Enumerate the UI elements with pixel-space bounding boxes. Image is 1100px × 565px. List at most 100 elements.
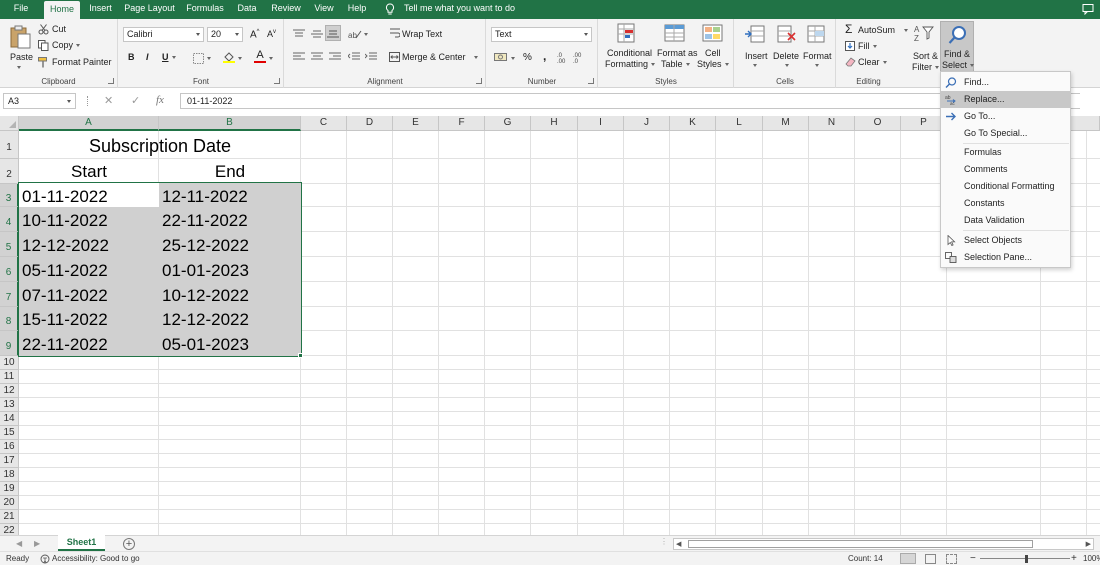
zoom-slider-thumb[interactable] (1025, 555, 1028, 563)
tab-formulas[interactable]: Formulas (184, 0, 226, 19)
align-center-icon[interactable] (311, 52, 323, 62)
row-header-15[interactable]: 15 (0, 426, 19, 440)
page-layout-view-icon[interactable] (925, 554, 936, 564)
orientation-dropdown[interactable] (364, 33, 368, 36)
menu-item-replace[interactable]: ab ac Replace... (941, 91, 1070, 108)
scroll-right-icon[interactable]: ▶ (1086, 540, 1091, 548)
tab-review[interactable]: Review (268, 0, 304, 19)
decrease-decimal-button[interactable]: .00.0 (573, 53, 581, 65)
clipboard-launcher[interactable] (108, 78, 114, 84)
zoom-level[interactable]: 100% (1083, 552, 1100, 565)
row-header-4[interactable]: 4 (0, 207, 19, 232)
formula-bar-grip[interactable] (87, 96, 89, 106)
column-header-k[interactable]: K (670, 116, 716, 131)
tab-data[interactable]: Data (233, 0, 261, 19)
column-header-c[interactable]: C (301, 116, 347, 131)
font-color-button[interactable]: A (254, 49, 266, 63)
format-as-table-button[interactable]: Format as Table (655, 21, 698, 73)
row-header-5[interactable]: 5 (0, 232, 19, 257)
comma-button[interactable]: , (543, 49, 546, 63)
column-header-f[interactable]: F (439, 116, 485, 131)
fill-color-dropdown[interactable] (238, 57, 242, 60)
orientation-icon[interactable]: ab (348, 29, 362, 39)
row-header-6[interactable]: 6 (0, 257, 19, 282)
status-accessibility[interactable]: Accessibility: Good to go (52, 552, 140, 565)
row-header-20[interactable]: 20 (0, 496, 19, 510)
row-header-9[interactable]: 9 (0, 331, 19, 356)
currency-dropdown[interactable] (511, 57, 515, 60)
zoom-in-icon[interactable]: + (1071, 552, 1077, 565)
shrink-font-button[interactable]: Av (267, 29, 276, 39)
cut-button[interactable]: Cut (38, 23, 78, 36)
menu-item-go-to-special[interactable]: Go To Special... (941, 125, 1070, 142)
wrap-text-button[interactable]: Wrap Text (402, 29, 442, 39)
row-header-7[interactable]: 7 (0, 282, 19, 307)
align-bottom-button[interactable] (325, 25, 341, 41)
column-header-n[interactable]: N (809, 116, 855, 131)
row-header-14[interactable]: 14 (0, 412, 19, 426)
increase-indent-icon[interactable] (365, 52, 377, 62)
header-end-cell[interactable]: End (159, 160, 301, 184)
name-box[interactable]: A3 (3, 93, 76, 109)
column-header-l[interactable]: L (716, 116, 763, 131)
currency-icon[interactable] (494, 52, 508, 63)
row-header-21[interactable]: 21 (0, 510, 19, 524)
row-header-10[interactable]: 10 (0, 356, 19, 370)
format-cells-button[interactable]: Format (801, 21, 833, 73)
font-size-select[interactable]: 20 (207, 27, 243, 42)
tell-me-search[interactable]: Tell me what you want to do (385, 0, 515, 19)
column-header-b[interactable]: B (159, 116, 301, 131)
row-header-19[interactable]: 19 (0, 482, 19, 496)
fill-button[interactable]: Fill (845, 40, 890, 53)
underline-button[interactable]: U (162, 52, 176, 62)
grow-font-button[interactable]: A^ (250, 29, 260, 40)
insert-function-icon[interactable]: fx (156, 94, 164, 106)
menu-item-selection-pane[interactable]: Selection Pane... (941, 249, 1070, 266)
menu-item-find[interactable]: Find... (941, 74, 1070, 91)
number-launcher[interactable] (588, 78, 594, 84)
alignment-launcher[interactable] (476, 78, 482, 84)
borders-dropdown[interactable] (207, 57, 211, 60)
clear-button[interactable]: Clear (845, 56, 900, 69)
tab-page-layout[interactable]: Page Layout (121, 0, 178, 19)
scroll-left-icon[interactable]: ◀ (676, 540, 681, 548)
align-top-icon[interactable] (293, 29, 305, 39)
decrease-indent-icon[interactable] (348, 52, 360, 62)
paste-button[interactable]: Paste (4, 22, 36, 72)
merge-center-button[interactable]: Merge & Center (402, 52, 478, 62)
font-name-select[interactable]: Calibri (123, 27, 204, 42)
row-header-1[interactable]: 1 (0, 131, 19, 159)
paste-dropdown[interactable] (17, 62, 21, 72)
select-all-button[interactable] (0, 116, 19, 131)
find-select-button[interactable]: Find & Select (940, 21, 975, 73)
column-header-d[interactable]: D (347, 116, 393, 131)
prev-sheet-icon[interactable]: ◀ (16, 539, 22, 548)
add-sheet-icon[interactable]: + (123, 538, 135, 550)
row-header-2[interactable]: 2 (0, 159, 19, 184)
bold-button[interactable]: B (128, 52, 135, 62)
tab-help[interactable]: Help (343, 0, 371, 19)
italic-button[interactable]: I (146, 52, 149, 62)
font-color-dropdown[interactable] (269, 57, 273, 60)
title-cell[interactable]: Subscription Date (19, 134, 301, 158)
menu-item-comments[interactable]: Comments (941, 161, 1070, 178)
menu-item-data-validation[interactable]: Data Validation (941, 212, 1070, 229)
worksheet-grid[interactable]: ABCDEFGHIJKLMNOP 1 2 3 4 5 6 7 8 9 10 11 12 13 14 15 16… (0, 116, 1100, 536)
tab-home[interactable]: Home (44, 1, 80, 19)
row-header-11[interactable]: 11 (0, 370, 19, 384)
row-header-13[interactable]: 13 (0, 398, 19, 412)
percent-button[interactable]: % (523, 52, 532, 63)
fill-color-icon[interactable] (223, 51, 235, 63)
row-header-16[interactable]: 16 (0, 440, 19, 454)
increase-decimal-button[interactable]: .0.00 (557, 53, 565, 65)
tab-file[interactable]: File (8, 0, 34, 19)
column-header-a[interactable]: A (19, 116, 159, 131)
cell-styles-button[interactable]: Cell Styles (696, 21, 730, 73)
delete-cells-button[interactable]: Delete (771, 21, 803, 73)
sheet-tab-sheet1[interactable]: Sheet1 (58, 535, 105, 551)
column-header-m[interactable]: M (763, 116, 809, 131)
row-header-12[interactable]: 12 (0, 384, 19, 398)
row-header-8[interactable]: 8 (0, 307, 19, 331)
enter-icon[interactable]: ✓ (131, 94, 140, 107)
page-break-view-icon[interactable] (946, 554, 957, 564)
